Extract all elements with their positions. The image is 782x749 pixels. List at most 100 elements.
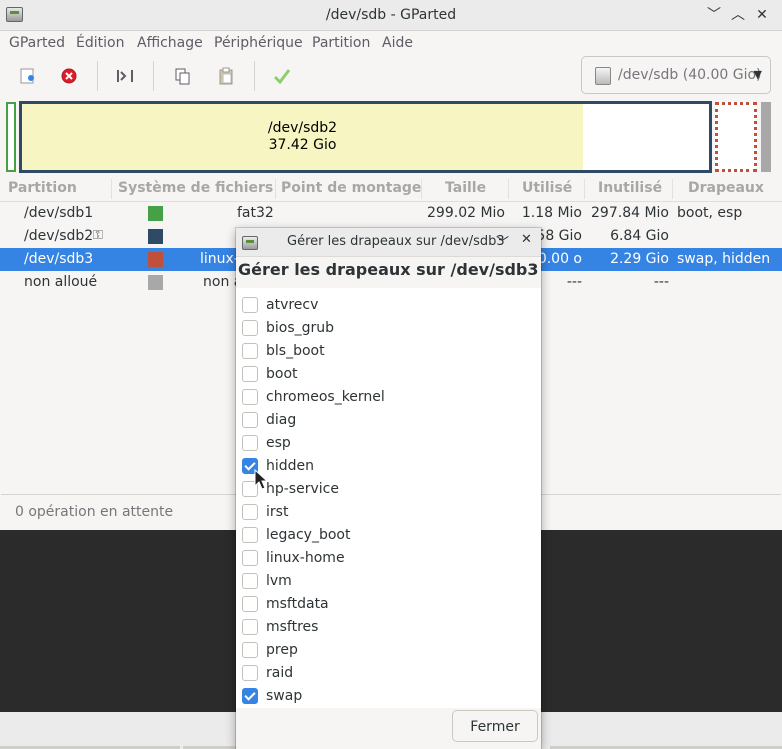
disk-map-sdb2-label: /dev/sdb2 37.42 Gio [22,120,583,154]
dialog-titlebar: Gérer les drapeaux sur /dev/sdb3 ﹀ ✕ [236,228,541,257]
dialog-minimize-button[interactable]: ﹀ [496,232,509,251]
flag-row-lvm[interactable]: lvm [236,570,541,593]
flag-row-prep[interactable]: prep [236,639,541,662]
flag-checkbox-chromeos_kernel[interactable] [242,389,258,405]
minimize-button[interactable]: ﹀ [704,5,724,25]
column-size[interactable]: Taille [445,180,486,196]
flag-label: bls_boot [266,343,325,359]
fs-color-swatch [148,275,163,290]
flag-row-legacy_boot[interactable]: legacy_boot [236,524,541,547]
close-dialog-button[interactable]: Fermer [452,710,538,742]
column-filesystem[interactable]: Système de fichiers [118,180,273,196]
menu-edition[interactable]: Édition [76,35,124,51]
flag-checkbox-legacy_boot[interactable] [242,527,258,543]
disk-map-unallocated[interactable] [761,102,771,172]
copy-icon [175,68,190,85]
flag-checkbox-lvm[interactable] [242,573,258,589]
flag-label: msftdata [266,596,329,612]
flag-row-esp[interactable]: esp [236,432,541,455]
flag-row-hidden[interactable]: hidden [236,455,541,478]
flag-checkbox-bios_grub[interactable] [242,320,258,336]
close-window-button[interactable]: ✕ [752,5,772,25]
flag-row-linux-home[interactable]: linux-home [236,547,541,570]
column-separator [421,179,422,199]
flag-row-bios_grub[interactable]: bios_grub [236,317,541,340]
cell-filesystem: fat32 [237,205,274,221]
column-unused[interactable]: Inutilisé [598,180,662,196]
flag-checkbox-irst[interactable] [242,504,258,520]
maximize-button[interactable]: ︿ [728,5,748,25]
fs-color-swatch [148,252,163,267]
cell-partition: /dev/sdb2 [24,228,94,244]
flag-checkbox-boot[interactable] [242,366,258,382]
flag-row-bls_boot[interactable]: bls_boot [236,340,541,363]
dialog-close-button[interactable]: ✕ [521,232,532,247]
disk-icon [595,67,611,85]
column-mountpoint[interactable]: Point de montage [281,180,421,196]
column-separator [508,179,509,199]
menubar: GParted Édition Affichage Périphérique P… [0,31,782,55]
flag-label: boot [266,366,298,382]
apply-icon [273,69,291,85]
flag-checkbox-bls_boot[interactable] [242,343,258,359]
device-selector[interactable]: /dev/sdb (40.00 Gio) ▼ [581,56,771,94]
copy-button[interactable] [167,61,197,91]
cell-filesystem: linux- [200,251,239,267]
flag-label: hidden [266,458,315,474]
flag-row-chromeos_kernel[interactable]: chromeos_kernel [236,386,541,409]
flag-checkbox-linux-home[interactable] [242,550,258,566]
flag-label: esp [266,435,291,451]
flag-label: atvrecv [266,297,319,313]
flag-checkbox-diag[interactable] [242,412,258,428]
column-used[interactable]: Utilisé [522,180,572,196]
flag-row-raid[interactable]: raid [236,662,541,685]
disk-map-sdb2[interactable]: /dev/sdb2 37.42 Gio [19,101,712,173]
flag-label: legacy_boot [266,527,351,543]
table-row[interactable]: /dev/sdb1 fat32 299.02 Mio 1.18 Mio 297.… [0,202,782,225]
flag-checkbox-swap[interactable] [242,688,258,704]
cell-used: --- [566,274,582,290]
menu-affichage[interactable]: Affichage [137,35,203,51]
apply-button[interactable] [267,61,297,91]
menu-aide[interactable]: Aide [382,35,413,51]
flag-row-hp-service[interactable]: hp-service [236,478,541,501]
disk-map-sdb3[interactable] [715,102,757,172]
flag-label: swap [266,688,303,704]
flag-row-irst[interactable]: irst [236,501,541,524]
flag-checkbox-msftdata[interactable] [242,596,258,612]
new-partition-button[interactable] [12,61,42,91]
resize-move-button[interactable] [110,61,140,91]
partition-table-header: Partition Système de fichiers Point de m… [0,177,782,202]
flag-checkbox-msftres[interactable] [242,619,258,635]
dialog-heading: Gérer les drapeaux sur /dev/sdb3 [238,260,539,279]
flag-checkbox-atvrecv[interactable] [242,297,258,313]
column-partition[interactable]: Partition [8,180,77,196]
key-icon: ⚿ [93,228,103,243]
flag-checkbox-prep[interactable] [242,642,258,658]
flag-label: diag [266,412,297,428]
flag-label: chromeos_kernel [266,389,385,405]
flag-checkbox-esp[interactable] [242,435,258,451]
paste-icon [219,67,233,85]
menu-partition[interactable]: Partition [312,35,370,51]
flag-label: msftres [266,619,319,635]
menu-peripherique[interactable]: Périphérique [214,35,303,51]
paste-button[interactable] [211,61,241,91]
cell-flags: boot, esp [677,205,743,221]
flag-row-boot[interactable]: boot [236,363,541,386]
flag-row-swap[interactable]: swap [236,685,541,708]
flag-row-msftres[interactable]: msftres [236,616,541,639]
column-flags[interactable]: Drapeaux [688,180,764,196]
cell-unused: 2.29 Gio [610,251,669,267]
flag-row-msftdata[interactable]: msftdata [236,593,541,616]
menu-gparted[interactable]: GParted [9,35,65,51]
flag-checkbox-raid[interactable] [242,665,258,681]
flag-row-atvrecv[interactable]: atvrecv [236,294,541,317]
device-selector-label: /dev/sdb (40.00 Gio) [618,67,762,83]
cell-partition: non alloué [24,274,98,290]
disk-map-sdb1[interactable] [6,102,16,172]
flag-row-diag[interactable]: diag [236,409,541,432]
window-title: /dev/sdb - GParted [325,7,457,23]
cell-used: 0.00 o [537,251,582,267]
delete-partition-button[interactable] [54,61,84,91]
